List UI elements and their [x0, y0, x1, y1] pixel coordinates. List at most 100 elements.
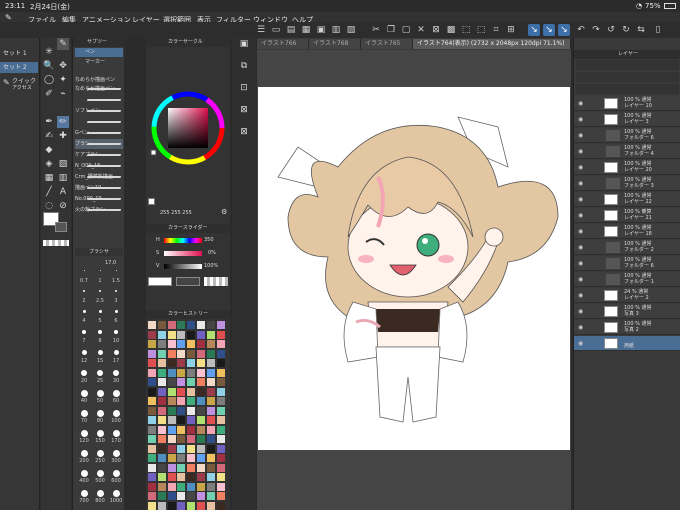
- brush-size-dot[interactable]: [80, 450, 88, 457]
- brush-size-dot[interactable]: [83, 290, 85, 292]
- history-swatch[interactable]: [206, 387, 215, 396]
- visibility-eye-icon[interactable]: ◉: [578, 132, 583, 139]
- close-icon[interactable]: ✕: [415, 24, 427, 36]
- balloon-icon[interactable]: ◌: [43, 200, 55, 212]
- history-swatch[interactable]: [187, 397, 196, 405]
- app-logo-icon[interactable]: ✎: [5, 13, 12, 22]
- history-swatch[interactable]: [197, 349, 205, 358]
- airbrush-icon[interactable]: ✍: [43, 130, 55, 142]
- history-swatch[interactable]: [197, 473, 205, 481]
- grid-icon[interactable]: ▧: [345, 24, 357, 36]
- history-swatch[interactable]: [216, 492, 225, 500]
- history-swatch[interactable]: [167, 387, 176, 396]
- visibility-eye-icon[interactable]: ◉: [578, 244, 583, 251]
- gradient-icon[interactable]: ▨: [57, 158, 69, 170]
- fill-icon[interactable]: ▩: [445, 24, 457, 36]
- layer-row[interactable]: ◉ 100 % 通常 レイヤー 10: [574, 96, 680, 111]
- history-swatch[interactable]: [197, 454, 205, 462]
- history-swatch[interactable]: [167, 368, 176, 377]
- history-swatch[interactable]: [177, 349, 186, 358]
- history-swatch[interactable]: [148, 378, 156, 386]
- history-swatch[interactable]: [206, 378, 215, 386]
- history-swatch[interactable]: [177, 359, 186, 367]
- brush-size-dot[interactable]: [82, 310, 86, 313]
- zoom-tool-icon[interactable]: ✳: [43, 46, 55, 58]
- undo-icon[interactable]: ↶: [575, 24, 587, 36]
- history-swatch[interactable]: [206, 321, 215, 329]
- brush-size-dot[interactable]: [112, 410, 120, 417]
- lasso-icon[interactable]: ◯: [43, 74, 55, 86]
- visibility-eye-icon[interactable]: ◉: [578, 260, 583, 267]
- open-icon[interactable]: ▦: [300, 24, 312, 36]
- history-swatch[interactable]: [197, 387, 205, 396]
- history-swatch[interactable]: [157, 330, 166, 339]
- history-swatch[interactable]: [197, 406, 205, 415]
- history-swatch[interactable]: [187, 378, 196, 386]
- history-swatch[interactable]: [177, 492, 186, 500]
- visibility-eye-icon[interactable]: ◉: [578, 196, 583, 203]
- history-swatch[interactable]: [177, 416, 186, 424]
- history-swatch[interactable]: [187, 444, 196, 453]
- layer-row[interactable]: ◉ 100 % 通常 写真 3: [574, 304, 680, 319]
- history-swatch[interactable]: [206, 425, 215, 434]
- history-swatch[interactable]: [148, 473, 156, 481]
- history-swatch[interactable]: [148, 406, 156, 415]
- current-color-small[interactable]: [148, 198, 155, 205]
- layer-row[interactable]: ◉ 100 % 通常 フォルダー 6: [574, 128, 680, 143]
- history-swatch[interactable]: [157, 435, 166, 443]
- eraser-icon[interactable]: ◆: [43, 144, 55, 156]
- tab-illust-764-active[interactable]: イラスト764(表示) (2732 x 2048px 120dpi 71.1%): [413, 39, 571, 49]
- history-swatch[interactable]: [187, 425, 196, 434]
- history-swatch[interactable]: [206, 368, 215, 377]
- history-swatch[interactable]: [167, 501, 176, 510]
- history-swatch[interactable]: [167, 416, 176, 424]
- history-swatch[interactable]: [206, 340, 215, 348]
- history-swatch[interactable]: [216, 473, 225, 481]
- history-swatch[interactable]: [206, 397, 215, 405]
- history-swatch[interactable]: [197, 340, 205, 348]
- history-swatch[interactable]: [157, 444, 166, 453]
- history-swatch[interactable]: [148, 387, 156, 396]
- magnifier-icon[interactable]: 🔍: [43, 60, 55, 72]
- set-1-tab[interactable]: セット 1: [0, 48, 38, 59]
- layer-row[interactable]: ◉ 100 % 通常 レイヤー 18: [574, 224, 680, 239]
- visibility-eye-icon[interactable]: ◉: [578, 308, 583, 315]
- pencil-icon[interactable]: ✏: [57, 116, 69, 128]
- transparent-preview[interactable]: [204, 277, 228, 286]
- brush-size-dot[interactable]: [96, 390, 104, 397]
- history-swatch[interactable]: [216, 321, 225, 329]
- set-2-tab[interactable]: セット 2: [0, 62, 38, 73]
- snap-ruler-icon[interactable]: ↘: [528, 24, 540, 36]
- history-swatch[interactable]: [177, 368, 186, 377]
- history-swatch[interactable]: [177, 444, 186, 453]
- history-swatch[interactable]: [206, 454, 215, 462]
- visibility-eye-icon[interactable]: ◉: [578, 324, 583, 331]
- history-swatch[interactable]: [157, 482, 166, 491]
- redo-icon[interactable]: ↷: [590, 24, 602, 36]
- sub-color-preview[interactable]: [176, 277, 200, 286]
- history-swatch[interactable]: [187, 473, 196, 481]
- history-swatch[interactable]: [187, 340, 196, 348]
- history-swatch[interactable]: [216, 501, 225, 510]
- history-swatch[interactable]: [187, 368, 196, 377]
- history-swatch[interactable]: [148, 368, 156, 377]
- brush-size-dot[interactable]: [96, 470, 104, 477]
- brush-size-dot[interactable]: [112, 470, 120, 477]
- brush-size-dot[interactable]: [112, 390, 120, 397]
- fill-tool-icon[interactable]: ◈: [43, 158, 55, 170]
- brush-size-dot[interactable]: [115, 270, 117, 271]
- eyedropper-icon[interactable]: ✐: [43, 88, 55, 100]
- history-swatch[interactable]: [167, 482, 176, 491]
- tab-illust-768[interactable]: イラスト768: [309, 39, 361, 49]
- settings-icon[interactable]: ⚙: [221, 208, 227, 216]
- history-swatch[interactable]: [177, 397, 186, 405]
- figure-icon[interactable]: ▦: [43, 172, 55, 184]
- new-file-icon[interactable]: ▤: [285, 24, 297, 36]
- history-swatch[interactable]: [157, 368, 166, 377]
- history-swatch[interactable]: [148, 492, 156, 500]
- history-swatch[interactable]: [216, 406, 225, 415]
- history-swatch[interactable]: [177, 501, 186, 510]
- brush-size-dot[interactable]: [113, 370, 119, 376]
- history-swatch[interactable]: [216, 359, 225, 367]
- history-swatch[interactable]: [206, 444, 215, 453]
